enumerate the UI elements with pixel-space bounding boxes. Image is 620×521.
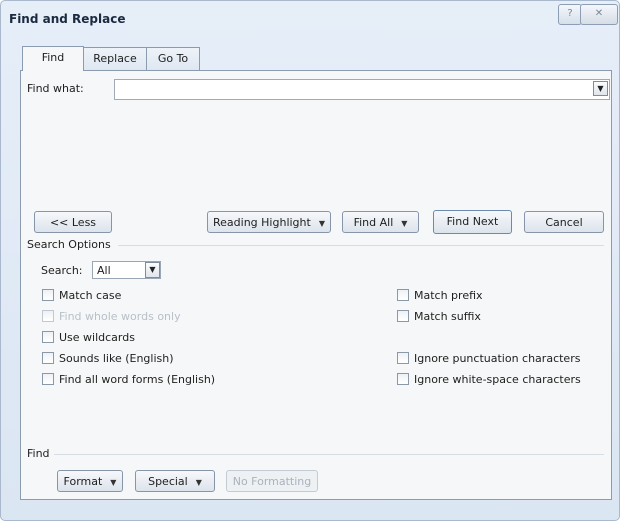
less-button[interactable]: << Less	[34, 211, 112, 233]
match-prefix-label: Match prefix	[414, 289, 483, 302]
use-wildcards-label: Use wildcards	[59, 331, 135, 344]
match-case-label: Match case	[59, 289, 122, 302]
find-section-heading: Find	[27, 447, 50, 460]
sounds-like-label: Sounds like (English)	[59, 352, 174, 365]
match-suffix-checkbox[interactable]	[397, 310, 409, 322]
match-prefix-checkbox[interactable]	[397, 289, 409, 301]
dialog-title: Find and Replace	[9, 12, 126, 26]
search-options-heading: Search Options	[27, 238, 111, 251]
tab-find[interactable]: Find	[22, 46, 84, 71]
find-what-label: Find what:	[27, 82, 84, 95]
title-bar: Find and Replace ? ✕	[1, 1, 619, 35]
search-direction-value: All	[97, 264, 111, 277]
match-suffix-label: Match suffix	[414, 310, 481, 323]
ignore-whitespace-label: Ignore white-space characters	[414, 373, 581, 386]
word-forms-checkbox[interactable]	[42, 373, 54, 385]
search-direction-dropdown[interactable]: ▼	[145, 262, 160, 278]
use-wildcards-checkbox[interactable]	[42, 331, 54, 343]
separator	[118, 245, 604, 246]
find-all-button[interactable]: Find All ▼	[342, 211, 419, 233]
find-panel	[20, 70, 612, 500]
ignore-whitespace-checkbox[interactable]	[397, 373, 409, 385]
search-direction-select[interactable]: All ▼	[92, 261, 161, 279]
chevron-down-icon: ▼	[401, 219, 408, 228]
ignore-punctuation-label: Ignore punctuation characters	[414, 352, 581, 365]
word-forms-label: Find all word forms (English)	[59, 373, 216, 386]
tab-go-to[interactable]: Go To	[146, 47, 200, 70]
format-button[interactable]: Format ▼	[57, 470, 123, 492]
whole-words-checkbox[interactable]	[42, 310, 54, 322]
chevron-down-icon: ▼	[195, 478, 202, 487]
tab-replace[interactable]: Replace	[83, 47, 147, 70]
find-next-button[interactable]: Find Next	[433, 210, 512, 234]
help-button[interactable]: ?	[558, 4, 582, 25]
chevron-down-icon: ▼	[149, 265, 156, 274]
match-case-checkbox[interactable]	[42, 289, 54, 301]
ignore-punctuation-checkbox[interactable]	[397, 352, 409, 364]
no-formatting-button[interactable]: No Formatting	[226, 470, 318, 492]
chevron-down-icon: ▼	[110, 478, 117, 487]
cancel-button[interactable]: Cancel	[524, 211, 604, 233]
search-direction-label: Search:	[41, 264, 83, 277]
chevron-down-icon: ▼	[318, 219, 325, 228]
find-what-input[interactable]: ▼	[114, 79, 610, 100]
separator	[54, 454, 604, 455]
special-button[interactable]: Special ▼	[135, 470, 215, 492]
whole-words-label: Find whole words only	[59, 310, 181, 323]
find-history-dropdown[interactable]: ▼	[593, 81, 608, 96]
close-button[interactable]: ✕	[580, 4, 618, 25]
reading-highlight-button[interactable]: Reading Highlight ▼	[207, 211, 331, 233]
sounds-like-checkbox[interactable]	[42, 352, 54, 364]
chevron-down-icon: ▼	[597, 84, 604, 93]
